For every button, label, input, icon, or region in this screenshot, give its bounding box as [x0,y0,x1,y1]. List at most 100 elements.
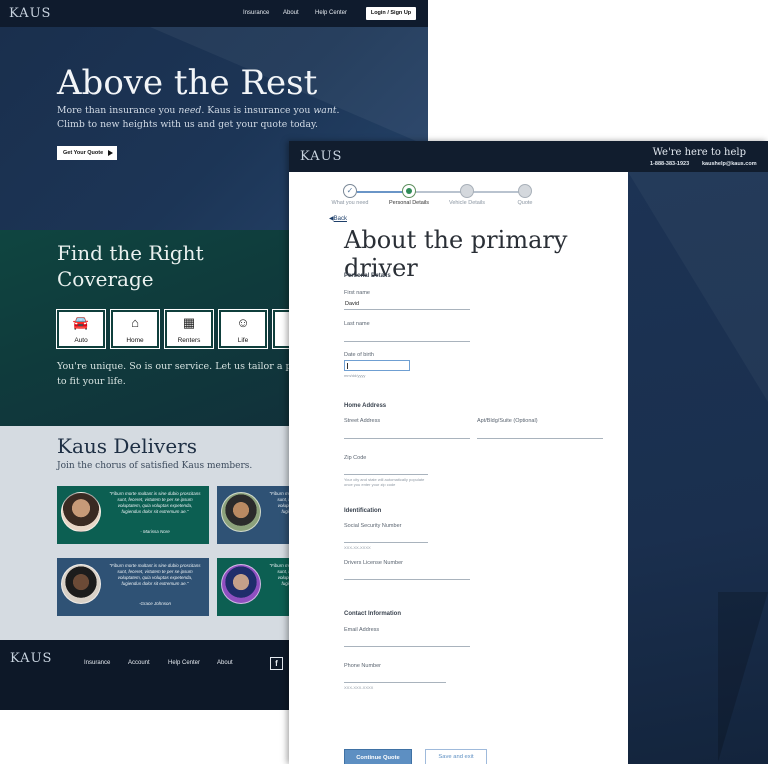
step-label: Quote [517,200,533,206]
coverage-card-label: Home [126,337,144,344]
facebook-icon[interactable]: f [270,657,283,670]
step-label: Vehicle Details [448,200,486,206]
step-label: What you need [331,200,369,206]
coverage-card-label: Life [237,337,249,344]
family-icon: ☺ [236,315,250,330]
step-pending-dot [460,184,474,198]
hero-sub-text: . [336,105,340,116]
progress-line [357,191,408,193]
nav-insurance[interactable]: Insurance [243,10,269,16]
side-facet-decoration [718,592,768,762]
avatar [221,564,261,604]
dob-format-hint: mm/dd/yyyy [344,373,366,378]
testimonial-quote: "Fiburn morte multant is sine dubio pros… [109,563,201,586]
street-address-label: Street Address [344,418,381,424]
help-phone[interactable]: 1-888-383-1923 [650,161,689,167]
footer-nav-account[interactable]: Account [128,660,150,666]
hero-sub-line2: Climb to new heights with us and get you… [57,119,319,130]
hero-sub-emphasis: want [313,105,337,116]
login-signup-button[interactable]: Login / Sign Up [366,7,416,20]
phone-label: Phone Number [344,663,381,669]
save-and-exit-button[interactable]: Save and exit [425,749,487,764]
coverage-title: Find the Right Coverage [57,241,204,291]
last-name-label: Last name [344,321,370,327]
play-arrow-icon [108,150,114,156]
progress-line [473,191,524,193]
nav-about[interactable]: About [283,10,299,16]
nav-help-center[interactable]: Help Center [315,10,347,16]
avatar [221,492,261,532]
step-label: Personal Details [388,200,430,206]
quote-form-screen: KAUS We're here to help 1-888-383-1923 k… [289,141,768,764]
first-name-underline [344,309,470,310]
street-address-field[interactable] [344,438,470,439]
top-navigation: KAUS Insurance About Help Center Login /… [0,0,428,27]
hero-title: Above the Rest [57,63,318,103]
first-name-label: First name [344,290,370,296]
coverage-card-renters[interactable]: ▦ Renters [165,310,213,348]
car-icon: 🚘 [72,315,90,330]
testimonial-author: -Grace Johnson [138,601,172,606]
section-home-address: Home Address [344,403,387,409]
zip-code-label: Zip Code [344,455,367,461]
first-name-field[interactable]: David [345,301,359,307]
apt-field[interactable] [477,438,603,439]
testimonial-card: "Fiburn morte multant is sine dubio pros… [57,558,209,616]
testimonial-card: "Fiburn morte multant is sine dubio pros… [57,486,209,544]
ssn-format-hint: XXX-XX-XXXX [344,545,371,550]
email-label: Email Address [344,627,380,633]
coverage-card-life[interactable]: ☺ Life [219,310,267,348]
zip-code-hint: Your city and state will automatically p… [344,477,425,487]
check-icon: ✓ [343,184,357,198]
dob-label: Date of birth [344,352,374,358]
zip-code-field[interactable] [344,474,428,475]
kaus-logo[interactable]: KAUS [9,6,51,21]
ssn-label: Social Security Number [344,523,402,529]
footer-nav-insurance[interactable]: Insurance [84,660,110,666]
coverage-card-home[interactable]: ⌂ Home [111,310,159,348]
license-label: Drivers License Number [344,560,403,566]
phone-format-hint: XXX-XXX-XXXX [344,685,374,690]
kaus-logo[interactable]: KAUS [300,149,342,164]
footer-kaus-logo[interactable]: KAUS [10,651,52,666]
footer-nav-about[interactable]: About [217,660,233,666]
last-name-field[interactable] [344,341,470,342]
side-facet-decoration [628,172,768,402]
section-contact-information: Contact Information [344,611,401,617]
coverage-card-auto[interactable]: 🚘 Auto [57,310,105,348]
hero-subtitle: More than insurance you need. Kaus is in… [57,104,340,132]
hero-sub-text: . Kaus is insurance you [201,105,314,116]
continue-quote-button[interactable]: Continue Quote [344,749,412,764]
hero-sub-emphasis: need [178,105,202,116]
phone-field[interactable] [344,682,446,683]
house-icon: ⌂ [131,315,139,330]
hero-sub-text: More than insurance you [57,105,179,116]
delivers-subtitle: Join the chorus of satisfied Kaus member… [57,461,253,471]
decorative-side-panel [628,172,768,764]
delivers-title: Kaus Delivers [57,434,197,458]
avatar [61,492,101,532]
footer-nav-help-center[interactable]: Help Center [168,660,200,666]
building-icon: ▦ [182,315,196,330]
avatar [61,564,101,604]
step-current-dot [402,184,416,198]
section-identification: Identification [344,508,382,514]
coverage-card-label: Renters [177,337,201,344]
testimonial-author: - Marissa Nore [140,529,170,534]
ssn-field[interactable] [344,542,428,543]
driver-form: ✓ What you need Personal Details Vehicle… [289,172,628,764]
testimonial-quote: "Fiburn morte multant is sine dubio pros… [109,491,201,514]
apt-label: Apt/Bldg/Suite (Optional) [477,418,538,424]
back-label: Back [333,216,347,222]
email-field[interactable] [344,646,470,647]
quote-header: KAUS We're here to help 1-888-383-1923 k… [289,141,768,172]
get-quote-button[interactable]: Get Your Quote [57,146,118,160]
get-quote-label: Get Your Quote [63,150,104,156]
help-email[interactable]: kaushelp@kaus.com [702,161,757,167]
license-field[interactable] [344,579,470,580]
dob-field[interactable] [344,360,410,371]
coverage-description: You're unique. So is our service. Let us… [57,361,307,387]
back-link[interactable]: ◀Back [329,215,347,222]
section-personal-details: Personal Details [344,273,391,279]
coverage-card-label: Auto [74,337,88,344]
